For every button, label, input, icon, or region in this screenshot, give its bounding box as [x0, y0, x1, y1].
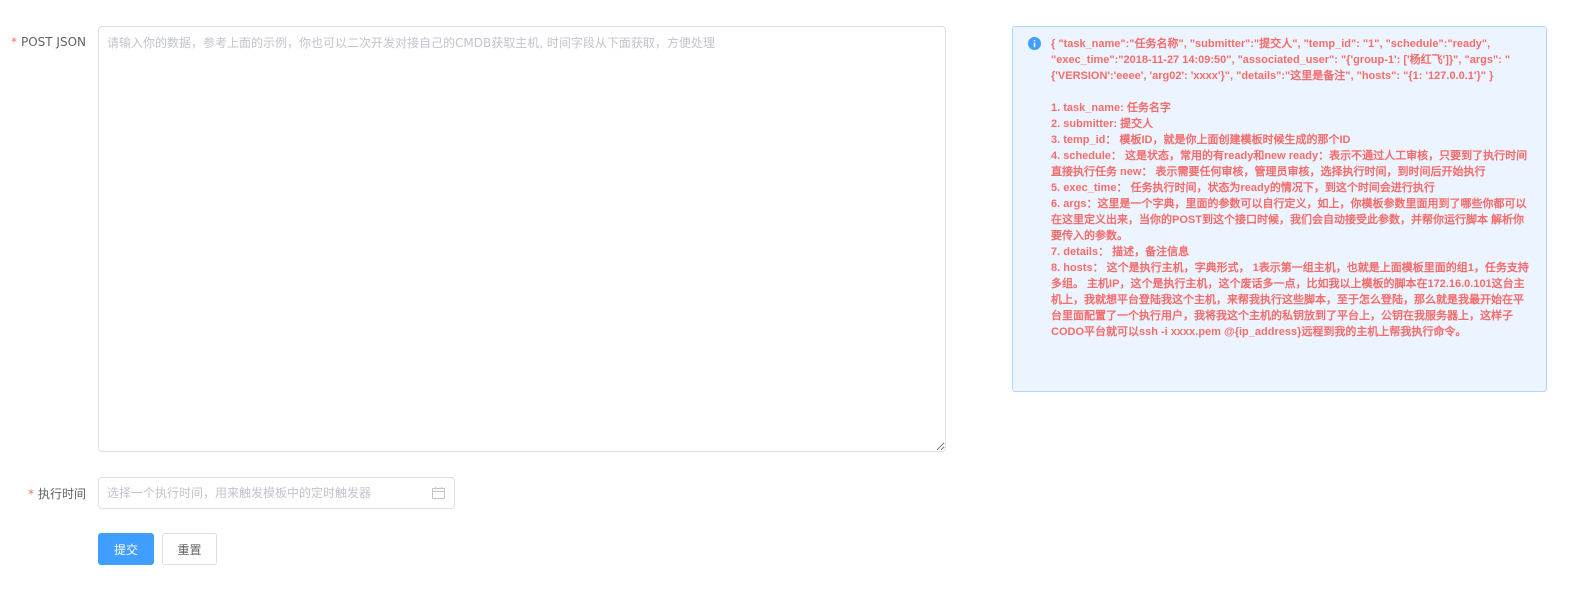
help-item-submitter: 2. submitter: 提交人: [1051, 118, 1154, 130]
help-item-exec-time: 5. exec_time： 任务执行时间，状态为ready的情况下，到这个时间会…: [1051, 182, 1435, 194]
post-json-label-text: POST JSON: [20, 35, 86, 49]
exec-time-input[interactable]: [99, 478, 419, 508]
submit-button[interactable]: 提交: [98, 533, 154, 565]
reset-button[interactable]: 重置: [162, 533, 217, 565]
exec-time-label-text: 执行时间: [37, 487, 86, 501]
exec-time-form-item: * 执行时间: [0, 477, 455, 509]
help-item-schedule: 4. schedule： 这是状态，常用的有ready和new ready：表示…: [1051, 150, 1528, 178]
help-item-temp-id: 3. temp_id： 模板ID，就是你上面创建模板时候生成的那个ID: [1051, 134, 1351, 146]
post-json-form-item: * POST JSON: [0, 26, 90, 49]
help-item-details: 7. details： 描述，备注信息: [1051, 246, 1190, 258]
required-mark: *: [10, 35, 17, 49]
json-example-text: { "task_name":"任务名称", "submitter":"提交人",…: [1051, 38, 1511, 82]
help-item-hosts: 8. hosts： 这个是执行主机，字典形式， 1表示第一组主机，也就是上面模板…: [1051, 262, 1529, 338]
exec-time-date-picker[interactable]: [98, 477, 455, 509]
required-mark: *: [27, 487, 34, 501]
post-json-textarea[interactable]: [98, 26, 946, 452]
post-json-label: * POST JSON: [0, 26, 90, 49]
help-alert: { "task_name":"任务名称", "submitter":"提交人",…: [1012, 26, 1547, 392]
help-item-args: 6. args：这里是一个字典，里面的参数可以自行定义，如上，你模板参数里面用到…: [1051, 198, 1527, 242]
calendar-icon[interactable]: [432, 487, 445, 499]
info-icon: [1028, 37, 1041, 50]
exec-time-label: * 执行时间: [0, 477, 90, 502]
help-item-task-name: 1. task_name: 任务名字: [1051, 102, 1171, 114]
